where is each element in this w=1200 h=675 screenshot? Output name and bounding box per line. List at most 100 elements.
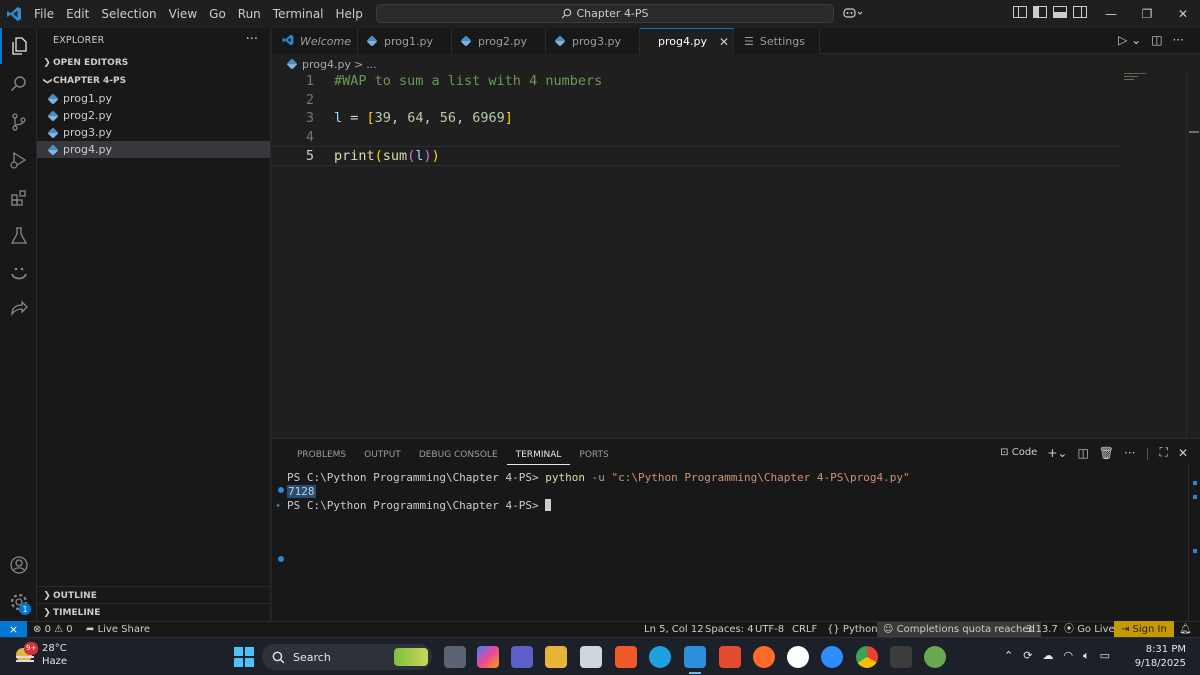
app-icon[interactable] xyxy=(924,646,946,668)
kill-terminal-icon[interactable]: 🗑 xyxy=(1099,446,1114,460)
more-actions-icon[interactable]: ··· xyxy=(246,32,258,47)
windows-start-icon[interactable] xyxy=(233,646,255,668)
python-interpreter[interactable]: 3.13.7 xyxy=(1026,622,1058,638)
menu-terminal[interactable]: Terminal xyxy=(267,0,330,28)
copilot-app-icon[interactable] xyxy=(477,646,499,668)
command-decoration-icon[interactable] xyxy=(278,556,284,562)
weather-widget[interactable]: 9+ 28°C Haze xyxy=(14,642,67,668)
menu-go[interactable]: Go xyxy=(203,0,232,28)
file-prog2[interactable]: prog2.py xyxy=(37,107,270,124)
run-python-file-icon[interactable]: ▷ ⌄ xyxy=(1118,33,1141,47)
code-editor[interactable]: 1 #WAP to sum a list with 4 numbers 2 3 … xyxy=(272,72,1200,438)
command-decoration-icon[interactable] xyxy=(278,487,284,493)
edge-browser-icon[interactable] xyxy=(649,646,671,668)
accounts-icon[interactable] xyxy=(0,547,37,583)
terminal-profile[interactable]: ⊡ Code xyxy=(1000,447,1037,458)
problems-status[interactable]: ⊗ 0 ⚠ 0 xyxy=(33,622,73,638)
encoding[interactable]: UTF-8 xyxy=(755,622,784,638)
file-prog1[interactable]: prog1.py xyxy=(37,90,270,107)
wifi-icon[interactable]: ◠ xyxy=(1063,649,1073,663)
more-actions-icon[interactable]: ··· xyxy=(1124,446,1135,460)
close-panel-icon[interactable]: ✕ xyxy=(1178,446,1188,460)
menu-help[interactable]: Help xyxy=(330,0,369,28)
battery-icon[interactable]: ▭ xyxy=(1100,649,1110,663)
tab-prog2[interactable]: prog2.py xyxy=(452,28,546,54)
copilot-status[interactable]: ☺ Completions quota reached xyxy=(877,622,1041,638)
extensions-icon[interactable] xyxy=(0,180,37,216)
menu-run[interactable]: Run xyxy=(232,0,267,28)
toggle-primary-sidebar-icon[interactable] xyxy=(1033,6,1047,18)
tab-prog1[interactable]: prog1.py xyxy=(358,28,452,54)
timeline-section[interactable]: ❯ TIMELINE xyxy=(37,603,271,622)
new-terminal-icon[interactable]: +⌄ xyxy=(1047,446,1067,460)
tab-welcome[interactable]: Welcome xyxy=(272,28,358,54)
file-prog3[interactable]: prog3.py xyxy=(37,124,270,141)
search-icon[interactable] xyxy=(0,66,37,102)
split-editor-icon[interactable]: ◫ xyxy=(1151,33,1162,47)
microsoft-store-icon[interactable] xyxy=(580,646,602,668)
close-window-icon[interactable]: ✕ xyxy=(1160,0,1200,28)
chrome-icon[interactable] xyxy=(856,646,878,668)
run-and-debug-icon[interactable] xyxy=(0,142,37,178)
postman-icon[interactable] xyxy=(753,646,775,668)
mongodb-icon[interactable] xyxy=(787,646,809,668)
menu-file[interactable]: File xyxy=(28,0,60,28)
vscode-taskbar-icon[interactable] xyxy=(684,646,706,668)
manage-gear-icon[interactable]: 1 xyxy=(0,584,37,620)
testing-icon[interactable] xyxy=(0,218,37,254)
menu-edit[interactable]: Edit xyxy=(60,0,95,28)
customize-layout-icon[interactable] xyxy=(1013,6,1027,18)
toggle-secondary-sidebar-icon[interactable] xyxy=(1073,6,1087,18)
command-center-search[interactable]: Chapter 4-PS xyxy=(376,4,834,23)
menu-selection[interactable]: Selection xyxy=(95,0,162,28)
indentation[interactable]: Spaces: 4 xyxy=(705,622,754,638)
terminal-app-icon[interactable] xyxy=(890,646,912,668)
sparkle-icon[interactable]: ✦ xyxy=(275,499,281,513)
language-mode[interactable]: {} Python xyxy=(827,622,878,638)
sign-in-button[interactable]: ⇥ Sign In xyxy=(1114,621,1174,638)
copilot-icon[interactable] xyxy=(843,6,863,23)
live-share-icon[interactable] xyxy=(0,256,37,292)
source-control-icon[interactable] xyxy=(0,104,37,140)
minimap[interactable] xyxy=(1124,72,1190,84)
tab-settings[interactable]: ☰ Settings xyxy=(734,28,820,54)
live-share-status[interactable]: ➦ Live Share xyxy=(86,622,150,638)
remote-explorer-icon[interactable] xyxy=(0,292,37,328)
tab-prog3[interactable]: prog3.py xyxy=(546,28,640,54)
menu-view[interactable]: View xyxy=(163,0,203,28)
git-icon[interactable] xyxy=(719,646,741,668)
open-editors-section[interactable]: ❯ OPEN EDITORS xyxy=(37,54,270,72)
brave-browser-icon[interactable] xyxy=(615,646,637,668)
tab-terminal[interactable]: TERMINAL xyxy=(506,445,571,465)
tab-debug-console[interactable]: DEBUG CONSOLE xyxy=(410,445,507,465)
breadcrumb-file[interactable]: prog4.py xyxy=(302,58,351,71)
notifications-bell-icon[interactable]: 🔔︎ xyxy=(1179,622,1192,638)
folder-section[interactable]: ❯ CHAPTER 4-PS xyxy=(37,72,270,90)
tab-output[interactable]: OUTPUT xyxy=(355,445,410,465)
toggle-panel-icon[interactable] xyxy=(1053,6,1067,18)
breadcrumb-symbol[interactable]: ... xyxy=(366,58,377,71)
more-actions-icon[interactable]: ··· xyxy=(1173,33,1184,47)
volume-icon[interactable]: 🔈︎ xyxy=(1083,649,1090,663)
taskbar-search[interactable]: Search xyxy=(262,644,432,670)
clock[interactable]: 8:31 PM 9/18/2025 xyxy=(1135,643,1186,671)
tab-ports[interactable]: PORTS xyxy=(570,445,617,465)
onedrive-cloud-icon[interactable]: ☁ xyxy=(1042,649,1053,663)
chevron-up-icon[interactable]: ⌃ xyxy=(1004,649,1013,663)
terminal-scrollbar[interactable] xyxy=(1188,463,1200,621)
sync-icon[interactable]: ⟳ xyxy=(1023,649,1032,663)
file-prog4[interactable]: prog4.py xyxy=(37,141,270,158)
editor-scrollbar[interactable] xyxy=(1186,72,1200,438)
maximize-panel-icon[interactable]: ⛶ xyxy=(1160,445,1168,460)
line-ending[interactable]: CRLF xyxy=(792,622,817,638)
file-explorer-icon[interactable] xyxy=(545,646,567,668)
cursor-position[interactable]: Ln 5, Col 12 xyxy=(644,622,704,638)
zoom-icon[interactable] xyxy=(821,646,843,668)
go-live-status[interactable]: ⦿ Go Live xyxy=(1064,622,1115,638)
teams-icon[interactable] xyxy=(511,646,533,668)
remote-window-icon[interactable]: ⨯ xyxy=(0,621,27,638)
split-terminal-icon[interactable]: ◫ xyxy=(1077,446,1088,460)
tab-prog4[interactable]: prog4.py ✕ xyxy=(640,28,734,54)
task-view-icon[interactable] xyxy=(444,646,466,668)
explorer-icon[interactable] xyxy=(0,28,37,64)
